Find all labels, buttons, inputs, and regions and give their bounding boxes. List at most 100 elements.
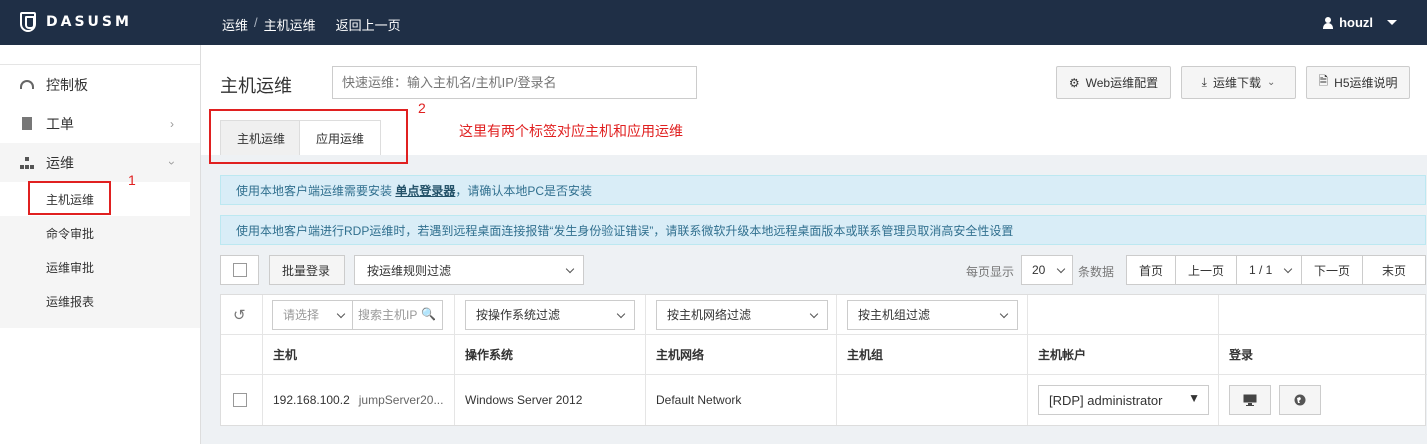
- table-header: 主机 操作系统 主机网络 主机组 主机帐户 登录: [221, 335, 1427, 375]
- breadcrumb-item-ops[interactable]: 运维: [222, 15, 248, 34]
- page-select[interactable]: 1 / 1: [1236, 255, 1302, 285]
- monitor-icon: [1243, 394, 1257, 406]
- logo[interactable]: DASUSM: [20, 12, 132, 32]
- select-all-checkbox[interactable]: [233, 263, 247, 277]
- download-icon: ⤓: [1201, 75, 1207, 89]
- web-config-label: Web运维配置: [1085, 76, 1159, 90]
- col-os: 操作系统: [455, 335, 646, 374]
- annotation-number-1: 1: [128, 172, 136, 188]
- user-icon: [1323, 16, 1334, 29]
- file-icon: 🗎: [1318, 74, 1329, 88]
- sidebar-item-label: 控制板: [46, 76, 88, 93]
- download-label: 运维下载: [1212, 76, 1261, 90]
- group-cell: [837, 375, 1028, 425]
- row-checkbox[interactable]: [233, 393, 247, 407]
- chevron-down-icon: ⌄: [1266, 77, 1276, 88]
- account-select[interactable]: [RDP] administrator ▼: [1038, 385, 1209, 415]
- group-filter-select[interactable]: 按主机组过滤: [847, 299, 1018, 330]
- breadcrumb-separator: /: [254, 15, 258, 30]
- last-page-button[interactable]: 末页: [1362, 255, 1426, 285]
- host-ip: 192.168.100.2: [273, 393, 350, 407]
- h5-help-label: H5运维说明: [1334, 76, 1398, 90]
- host-name: jumpServer20...: [358, 393, 444, 407]
- first-page-button[interactable]: 首页: [1126, 255, 1176, 285]
- select-all-checkbox-wrap[interactable]: [220, 255, 259, 285]
- tabs-area: 主机运维 应用运维 使用本地客户端运维需要安装 单点登录器 ，请确认本地PC是否安…: [201, 115, 1427, 444]
- records-label: 条数据: [1078, 265, 1115, 279]
- main-content: 主机运维 ⚙ Web运维配置 ⤓ 运维下载 ⌄ 🗎 H5运维说明 主机运维 应用…: [201, 45, 1427, 444]
- toolbar: 批量登录 按运维规则过滤 每页显示 20 条数据 首页 上一页 1 / 1 下一…: [220, 255, 1426, 285]
- desktop-login-button[interactable]: [1229, 385, 1271, 415]
- web-login-button[interactable]: [1279, 385, 1321, 415]
- annotation-note: 这里有两个标签对应主机和应用运维: [459, 124, 683, 140]
- document-icon: [20, 117, 34, 131]
- network-cell: Default Network: [646, 375, 837, 425]
- next-page-button[interactable]: 下一页: [1301, 255, 1363, 285]
- chevron-down-icon: ▼: [1188, 391, 1200, 405]
- chevron-down-icon: ›: [165, 161, 179, 165]
- table-row: 192.168.100.2 jumpServer20... Windows Se…: [221, 375, 1427, 425]
- filter-row: ↺ 请选择 搜索主机IP 🔍 按操作系统过滤 按主机网络过滤 按主机组过滤: [221, 295, 1427, 335]
- annotation-number-2: 2: [418, 100, 426, 116]
- breadcrumb: 运维 / 主机运维 返回上一页: [222, 15, 401, 34]
- sso-link[interactable]: 单点登录器: [395, 182, 455, 199]
- dashboard-icon: [20, 78, 34, 92]
- col-host: 主机: [263, 335, 455, 374]
- download-dropdown-button[interactable]: ⤓ 运维下载 ⌄: [1181, 66, 1296, 99]
- col-account: 主机帐户: [1028, 335, 1219, 374]
- os-filter-select[interactable]: 按操作系统过滤: [465, 299, 635, 330]
- top-bar: DASUSM 运维 / 主机运维 返回上一页 houzl: [0, 0, 1427, 45]
- chevron-down-icon: [809, 309, 819, 318]
- content-panel: 使用本地客户端运维需要安装 单点登录器 ，请确认本地PC是否安装 使用本地客户端进…: [201, 155, 1427, 444]
- sidebar-item-label: 工单: [46, 115, 74, 132]
- h5-help-button[interactable]: 🗎 H5运维说明: [1306, 66, 1410, 99]
- refresh-icon[interactable]: ↺: [221, 295, 263, 334]
- os-cell: Windows Server 2012: [455, 375, 646, 425]
- network-filter-select[interactable]: 按主机网络过滤: [656, 299, 828, 330]
- host-search-input[interactable]: 搜索主机IP 🔍: [353, 299, 443, 330]
- rule-filter-select[interactable]: 按运维规则过滤: [354, 255, 584, 285]
- sidebar-item-ops[interactable]: 运维 ›: [0, 143, 200, 182]
- per-page-select[interactable]: 20: [1021, 255, 1073, 285]
- chevron-down-icon: [565, 264, 575, 274]
- per-page-label: 每页显示: [966, 265, 1015, 279]
- alert-install-sso: 使用本地客户端运维需要安装 单点登录器 ，请确认本地PC是否安装: [220, 175, 1426, 205]
- breadcrumb-item-host-ops: 主机运维: [263, 18, 316, 33]
- batch-login-button[interactable]: 批量登录: [269, 255, 345, 285]
- gear-icon: ⚙: [1068, 75, 1080, 90]
- user-name: houzl: [1339, 15, 1373, 30]
- col-login: 登录: [1229, 348, 1254, 362]
- globe-icon: [1294, 394, 1306, 406]
- sitemap-icon: [20, 156, 34, 170]
- submenu-item-ops-approval[interactable]: 运维审批: [0, 250, 200, 284]
- user-menu[interactable]: houzl: [1323, 15, 1397, 30]
- logo-text: DASUSM: [46, 14, 132, 30]
- host-table: ↺ 请选择 搜索主机IP 🔍 按操作系统过滤 按主机网络过滤 按主机组过滤 主机…: [220, 294, 1427, 426]
- chevron-down-icon: [1056, 264, 1066, 274]
- search-icon[interactable]: 🔍: [421, 307, 436, 321]
- shield-logo-icon: [20, 12, 36, 32]
- page-title: 主机运维: [220, 76, 292, 96]
- submenu-item-ops-report[interactable]: 运维报表: [0, 284, 200, 318]
- submenu-item-command-approval[interactable]: 命令审批: [0, 216, 200, 250]
- sidebar-item-workorder[interactable]: 工单 ›: [0, 104, 200, 143]
- host-field-select[interactable]: 请选择: [272, 299, 353, 330]
- annotation-box-2: [209, 109, 408, 164]
- col-group: 主机组: [837, 335, 1028, 374]
- sidebar-item-label: 运维: [46, 154, 74, 171]
- alert-rdp: 使用本地客户端进行RDP运维时，若遇到远程桌面连接报错“发生身份验证错误”，请联…: [220, 215, 1426, 245]
- col-network: 主机网络: [646, 335, 837, 374]
- web-config-button[interactable]: ⚙ Web运维配置: [1056, 66, 1171, 99]
- caret-down-icon: [1387, 20, 1397, 25]
- back-link[interactable]: 返回上一页: [336, 15, 401, 34]
- sidebar: 控制板 工单 › 运维 › 主机运维 命令审批 运维审批 运维报表: [0, 45, 201, 444]
- chevron-down-icon: [336, 309, 346, 318]
- chevron-down-icon: [616, 309, 626, 318]
- sidebar-item-dashboard[interactable]: 控制板: [0, 65, 200, 104]
- host-cell: 192.168.100.2 jumpServer20...: [263, 375, 455, 425]
- chevron-right-icon: ›: [170, 117, 174, 131]
- quick-search-input[interactable]: [332, 66, 697, 99]
- chevron-down-icon: [999, 309, 1009, 318]
- prev-page-button[interactable]: 上一页: [1175, 255, 1237, 285]
- chevron-down-icon: [1283, 264, 1293, 274]
